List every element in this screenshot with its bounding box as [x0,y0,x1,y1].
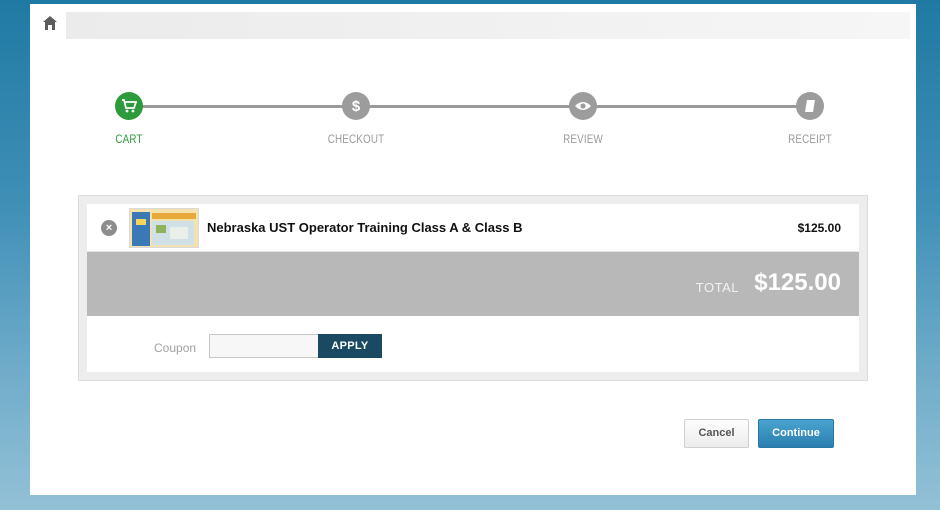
home-icon[interactable] [40,12,60,34]
coupon-label: Coupon [154,341,197,355]
step-receipt: RECEIPT [765,92,855,146]
remove-item-icon[interactable]: × [101,220,117,236]
step-label: REVIEW [563,132,603,146]
item-thumbnail [129,208,199,248]
cart-item-row: × Nebraska UST Operator Training Class A… [87,204,859,252]
step-checkout: $ CHECKOUT [311,92,401,146]
step-review: REVIEW [538,92,628,146]
cart-box: × Nebraska UST Operator Training Class A… [78,195,868,381]
receipt-icon [796,92,824,120]
item-title: Nebraska UST Operator Training Class A &… [207,220,523,235]
coupon-input[interactable] [209,334,319,358]
dollar-icon: $ [342,92,370,120]
eye-icon [569,92,597,120]
apply-coupon-button[interactable]: APPLY [318,334,382,358]
step-label: RECEIPT [788,132,832,146]
step-cart: CART [84,92,174,146]
step-label: CART [115,132,143,146]
item-price: $125.00 [797,221,841,235]
cancel-button[interactable]: Cancel [684,419,749,448]
total-bar: TOTAL $125.00 [87,252,859,316]
top-bar [66,12,910,39]
stepper-track [130,105,810,108]
continue-button[interactable]: Continue [758,419,834,448]
total-label: TOTAL [695,280,739,295]
cart-inner: × Nebraska UST Operator Training Class A… [87,204,859,372]
cart-icon [115,92,143,120]
total-value: $125.00 [754,269,841,296]
step-label: CHECKOUT [327,132,385,146]
